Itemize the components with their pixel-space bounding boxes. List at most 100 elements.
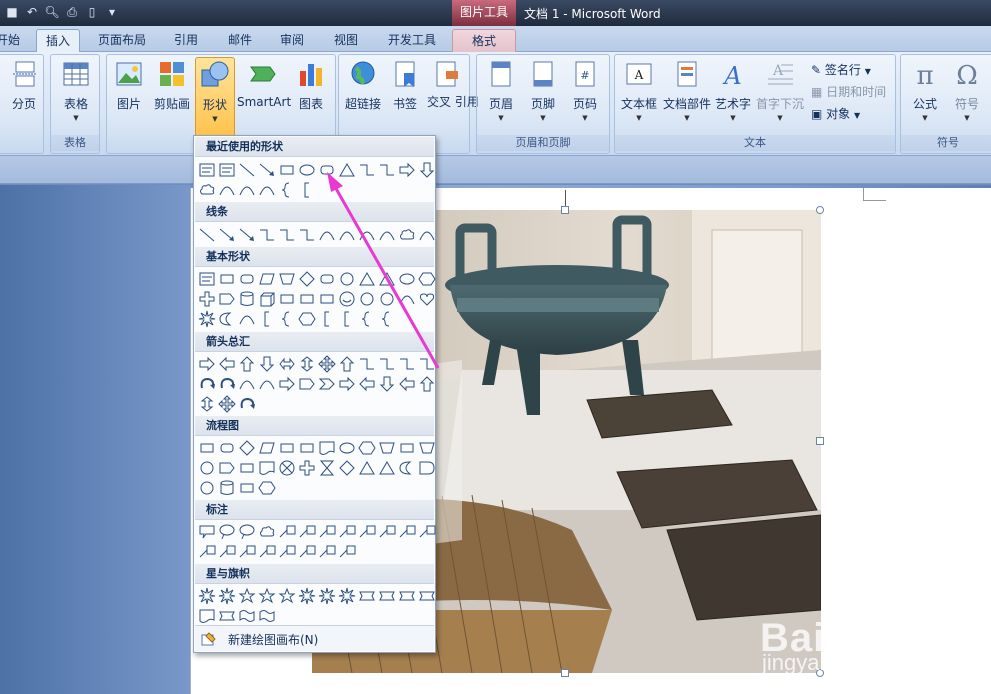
shape-xcirc-icon[interactable] [278, 459, 296, 477]
shape-lcallout-icon[interactable] [398, 523, 416, 541]
shape-banner-icon[interactable] [378, 587, 396, 605]
shape-lcallout-icon[interactable] [298, 523, 316, 541]
shape-lcallout-icon[interactable] [338, 523, 356, 541]
shape-curve-icon[interactable] [378, 226, 396, 244]
shape-lcallout-icon[interactable] [418, 523, 436, 541]
dropcap-button[interactable]: A 首字下沉 ▼ [755, 59, 805, 122]
shape-bracket-icon[interactable] [318, 310, 336, 328]
shape-cyl-icon[interactable] [218, 479, 236, 497]
shape-udarrow-icon[interactable] [198, 395, 216, 413]
shape-doc-icon[interactable] [198, 607, 216, 625]
shape-star-icon[interactable] [258, 587, 276, 605]
resize-handle[interactable] [816, 206, 824, 214]
shape-ocallout-icon[interactable] [238, 523, 256, 541]
shape-cloud-icon[interactable] [198, 181, 216, 199]
shape-tri-icon[interactable] [358, 270, 376, 288]
bookmark-button[interactable]: 书签 [387, 59, 423, 112]
shape-lcallout-icon[interactable] [298, 543, 316, 561]
tab-page-layout[interactable]: 页面布局 [90, 29, 154, 52]
shape-rrect-icon[interactable] [238, 270, 256, 288]
shape-burst-icon[interactable] [198, 587, 216, 605]
shape-lcallout-icon[interactable] [258, 543, 276, 561]
shape-rect-icon[interactable] [318, 290, 336, 308]
shape-burst-icon[interactable] [318, 587, 336, 605]
new-doc-icon[interactable]: ▯ [84, 4, 100, 20]
shape-circ-icon[interactable] [198, 479, 216, 497]
page-break-button[interactable]: 分页 [5, 59, 43, 112]
shape-plus-icon[interactable] [298, 459, 316, 477]
shape-elbow-icon[interactable] [378, 355, 396, 373]
tab-mailings[interactable]: 邮件 [220, 29, 260, 52]
shape-lcallout-icon[interactable] [238, 543, 256, 561]
shape-elbow-icon[interactable] [418, 355, 436, 373]
shape-star-icon[interactable] [238, 587, 256, 605]
hyperlink-button[interactable]: 超链接 [343, 59, 383, 112]
shape-elbow-icon[interactable] [358, 355, 376, 373]
shape-brace-icon[interactable] [358, 310, 376, 328]
shape-lcallout-icon[interactable] [198, 543, 216, 561]
shape-rarrow-icon[interactable] [198, 355, 216, 373]
shape-elbow-icon[interactable] [278, 226, 296, 244]
shape-pent-icon[interactable] [218, 290, 236, 308]
shape-para-icon[interactable] [258, 439, 276, 457]
shape-banner-icon[interactable] [418, 587, 436, 605]
shape-circarrow-icon[interactable] [218, 375, 236, 393]
shape-cloud-icon[interactable] [258, 523, 276, 541]
print-icon[interactable]: ⎙ [64, 4, 80, 20]
shape-hex-icon[interactable] [258, 479, 276, 497]
shape-curve-icon[interactable] [398, 290, 416, 308]
shape-rect-icon[interactable] [238, 479, 256, 497]
shape-quad-icon[interactable] [218, 395, 236, 413]
shape-lcallout-icon[interactable] [318, 543, 336, 561]
shape-burst-icon[interactable] [218, 587, 236, 605]
shape-moon-icon[interactable] [218, 310, 236, 328]
shape-rect-icon[interactable] [278, 161, 296, 179]
shape-darrow-icon[interactable] [258, 355, 276, 373]
shape-oval-icon[interactable] [298, 161, 316, 179]
shape-oval-icon[interactable] [338, 439, 356, 457]
cross-reference-button[interactable]: 交叉 引用 [427, 59, 479, 109]
shape-trap-icon[interactable] [278, 270, 296, 288]
shape-banner-icon[interactable] [398, 587, 416, 605]
shape-doc-icon[interactable] [258, 459, 276, 477]
shape-uarrow-icon[interactable] [238, 355, 256, 373]
shape-curve-icon[interactable] [218, 181, 236, 199]
shape-textbox-icon[interactable] [218, 161, 236, 179]
shape-moon-icon[interactable] [398, 459, 416, 477]
shape-hourglass-icon[interactable] [318, 459, 336, 477]
shape-circ-icon[interactable] [378, 290, 396, 308]
shape-para-icon[interactable] [258, 270, 276, 288]
date-time-button[interactable]: ▦ 日期和时间 [811, 83, 886, 100]
signature-line-button[interactable]: ✎ 签名行 ▼ [811, 61, 871, 78]
shape-delay-icon[interactable] [418, 459, 436, 477]
shape-curve-icon[interactable] [318, 226, 336, 244]
shape-tri-icon[interactable] [378, 459, 396, 477]
equation-button[interactable]: π 公式 ▼ [905, 59, 945, 122]
shape-rrect-icon[interactable] [318, 270, 336, 288]
shape-curve-icon[interactable] [238, 375, 256, 393]
shape-circ-icon[interactable] [358, 290, 376, 308]
shape-arrowline-icon[interactable] [238, 226, 256, 244]
shape-doc-icon[interactable] [318, 439, 336, 457]
shape-rect-icon[interactable] [398, 439, 416, 457]
shape-lcallout-icon[interactable] [278, 523, 296, 541]
shape-lcallout-icon[interactable] [358, 523, 376, 541]
shape-rect-icon[interactable] [238, 459, 256, 477]
print-preview-icon[interactable]: 🔍︎ [44, 4, 60, 20]
shape-curve-icon[interactable] [358, 226, 376, 244]
shape-bracket-icon[interactable] [338, 310, 356, 328]
shape-callout-icon[interactable] [198, 523, 216, 541]
tab-home[interactable]: 开始 [0, 29, 28, 52]
symbol-button[interactable]: Ω 符号 ▼ [947, 59, 987, 122]
shape-rect-icon[interactable] [298, 439, 316, 457]
shape-lcallout-icon[interactable] [338, 543, 356, 561]
shape-lcallout-icon[interactable] [378, 523, 396, 541]
shape-rarrow-icon[interactable] [398, 161, 416, 179]
shape-chevron-icon[interactable] [318, 375, 336, 393]
page-number-button[interactable]: # 页码 ▼ [565, 59, 605, 122]
shape-diamond-icon[interactable] [338, 459, 356, 477]
shape-larrow-icon[interactable] [358, 375, 376, 393]
shape-circ-icon[interactable] [198, 459, 216, 477]
shape-trap-icon[interactable] [378, 439, 396, 457]
shape-tri-icon[interactable] [378, 270, 396, 288]
